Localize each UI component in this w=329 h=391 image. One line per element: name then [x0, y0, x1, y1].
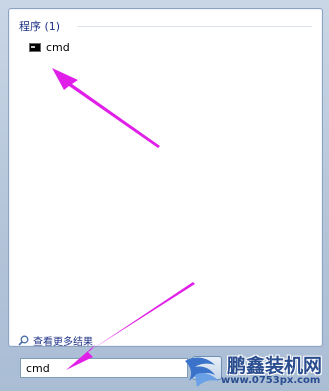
group-header-programs: 程序 (1): [19, 20, 61, 33]
search-results-panel: 程序 (1) cmd: [8, 8, 323, 347]
watermark-title: 鹏鑫装机网: [227, 355, 323, 377]
result-item-cmd[interactable]: cmd: [29, 39, 119, 55]
search-input[interactable]: [20, 358, 188, 378]
start-menu: 程序 (1) cmd 查看更多结果: [0, 0, 329, 391]
see-more-label: 查看更多结果: [33, 337, 93, 348]
search-icon: [18, 335, 29, 346]
group-divider: [77, 26, 312, 27]
see-more-results-link[interactable]: 查看更多结果: [18, 333, 93, 348]
watermark-url: www.0753px.com: [221, 375, 321, 386]
cmd-icon: [29, 42, 41, 52]
watermark: 鹏鑫装机网 www.0753px.com: [181, 351, 329, 391]
result-item-label: cmd: [46, 40, 70, 54]
watermark-logo-icon: [185, 357, 219, 387]
